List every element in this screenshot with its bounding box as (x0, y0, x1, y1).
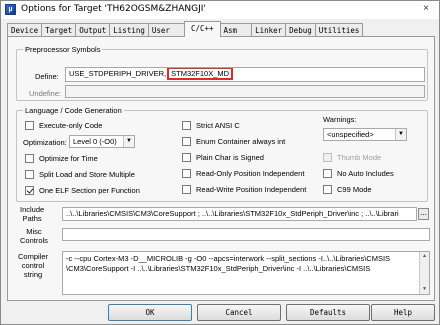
warnings-label: Warnings: (323, 115, 357, 124)
one-elf-box[interactable] (25, 186, 34, 195)
optimization-label: Optimization: (23, 138, 67, 147)
thumb-mode-checkbox[interactable]: Thumb Mode (323, 153, 381, 162)
define-value-highlight: STM32F10X_MD (167, 68, 234, 80)
include-paths-field[interactable]: ..\..\Libraries\CMSIS\CM3\CoreSupport ; … (62, 207, 417, 221)
readonly-pi-label: Read-Only Position Independent (196, 169, 305, 178)
c99-mode-checkbox[interactable]: C99 Mode (323, 185, 372, 194)
execute-only-box[interactable] (25, 121, 34, 130)
optimize-time-checkbox[interactable]: Optimize for Time (25, 154, 98, 163)
preprocessor-legend: Preprocessor Symbols (23, 45, 103, 54)
thumb-mode-box[interactable] (323, 153, 332, 162)
no-auto-includes-box[interactable] (323, 169, 332, 178)
plain-char-box[interactable] (182, 153, 191, 162)
language-group: Language / Code Generation Execute-only … (16, 106, 428, 202)
strict-ansi-label: Strict ANSI C (196, 121, 240, 130)
compiler-control-string[interactable]: -c --cpu Cortex-M3 -D__MICROLIB -g -O0 -… (62, 251, 430, 295)
tab-device[interactable]: Device (7, 23, 43, 37)
tab-strip: Device Target Output Listing User C/C++ … (7, 21, 364, 37)
optimize-time-box[interactable] (25, 154, 34, 163)
no-auto-includes-label: No Auto Includes (337, 169, 394, 178)
one-elf-checkbox[interactable]: One ELF Section per Function (25, 186, 140, 195)
readonly-pi-checkbox[interactable]: Read-Only Position Independent (182, 169, 304, 178)
plain-char-checkbox[interactable]: Plain Char is Signed (182, 153, 264, 162)
chevron-down-icon: ▼ (395, 129, 406, 140)
optimization-select[interactable]: Level 0 (-O0) ▼ (69, 135, 135, 148)
tab-user[interactable]: User (147, 23, 185, 37)
define-label: Define: (35, 72, 59, 81)
help-button[interactable]: Help (371, 304, 435, 321)
c99-mode-label: C99 Mode (337, 185, 372, 194)
split-load-store-box[interactable] (25, 170, 34, 179)
tab-asm[interactable]: Asm (219, 23, 253, 37)
chevron-down-icon: ▼ (123, 136, 134, 147)
app-icon: µ (5, 4, 16, 15)
close-button[interactable]: × (419, 3, 433, 16)
compiler-control-line-1: -c --cpu Cortex-M3 -D__MICROLIB -g -O0 -… (66, 254, 391, 263)
strict-ansi-checkbox[interactable]: Strict ANSI C (182, 121, 240, 130)
one-elf-label: One ELF Section per Function (39, 186, 140, 195)
misc-controls-label: Misc Controls (20, 227, 48, 245)
options-dialog: µ Options for Target 'TH62OGSM&ZHANGJI' … (0, 0, 440, 325)
misc-controls-field[interactable] (62, 228, 430, 241)
no-auto-includes-checkbox[interactable]: No Auto Includes (323, 169, 394, 178)
defaults-button[interactable]: Defaults (286, 304, 370, 321)
tab-c-cpp[interactable]: C/C++ (183, 21, 221, 37)
ok-button[interactable]: OK (108, 304, 192, 321)
enum-container-box[interactable] (182, 137, 191, 146)
undefine-field[interactable] (65, 85, 425, 98)
compiler-control-line-2: \CM3\CoreSupport -I ..\..\Libraries\STM3… (66, 264, 371, 273)
language-legend: Language / Code Generation (23, 106, 124, 115)
split-load-store-label: Split Load and Store Multiple (39, 170, 135, 179)
include-paths-browse-button[interactable]: ... (418, 208, 429, 220)
tab-output[interactable]: Output (75, 23, 111, 37)
split-load-store-checkbox[interactable]: Split Load and Store Multiple (25, 170, 135, 179)
include-paths-label: Include Paths (20, 205, 45, 223)
readonly-pi-box[interactable] (182, 169, 191, 178)
readwrite-pi-checkbox[interactable]: Read-Write Position Independent (182, 185, 306, 194)
enum-container-checkbox[interactable]: Enum Container always int (182, 137, 285, 146)
optimize-time-label: Optimize for Time (39, 154, 98, 163)
window-title: Options for Target 'TH62OGSM&ZHANGJI' (21, 4, 206, 14)
scroll-down-icon[interactable]: ▼ (420, 285, 429, 294)
scroll-up-icon[interactable]: ▲ (420, 252, 429, 261)
strict-ansi-box[interactable] (182, 121, 191, 130)
tab-utilities[interactable]: Utilities (314, 23, 364, 37)
enum-container-label: Enum Container always int (196, 137, 286, 146)
compiler-scrollbar[interactable]: ▲ ▼ (419, 252, 429, 294)
cancel-button[interactable]: Cancel (197, 304, 281, 321)
tab-debug[interactable]: Debug (285, 23, 316, 37)
warnings-value: <unspecified> (327, 130, 374, 139)
c99-mode-box[interactable] (323, 185, 332, 194)
tab-panel-c-cpp: Preprocessor Symbols Define: USE_STDPERI… (7, 36, 435, 301)
plain-char-label: Plain Char is Signed (196, 153, 264, 162)
thumb-mode-label: Thumb Mode (337, 153, 382, 162)
tab-listing[interactable]: Listing (109, 23, 149, 37)
execute-only-label: Execute-only Code (39, 121, 103, 130)
optimization-value: Level 0 (-O0) (73, 137, 117, 146)
title-bar: µ Options for Target 'TH62OGSM&ZHANGJI' … (1, 1, 439, 19)
readwrite-pi-label: Read-Write Position Independent (196, 185, 307, 194)
define-field[interactable]: USE_STDPERIPH_DRIVER, STM32F10X_MD (65, 67, 425, 82)
warnings-select[interactable]: <unspecified> ▼ (323, 128, 407, 141)
execute-only-checkbox[interactable]: Execute-only Code (25, 121, 102, 130)
define-value: USE_STDPERIPH_DRIVER, (69, 69, 167, 78)
compiler-control-label: Compiler control string (18, 252, 49, 279)
undefine-label: Undefine: (29, 89, 62, 98)
tab-linker[interactable]: Linker (251, 23, 287, 37)
preprocessor-group: Preprocessor Symbols Define: USE_STDPERI… (16, 45, 428, 101)
tab-target[interactable]: Target (41, 23, 77, 37)
readwrite-pi-box[interactable] (182, 185, 191, 194)
